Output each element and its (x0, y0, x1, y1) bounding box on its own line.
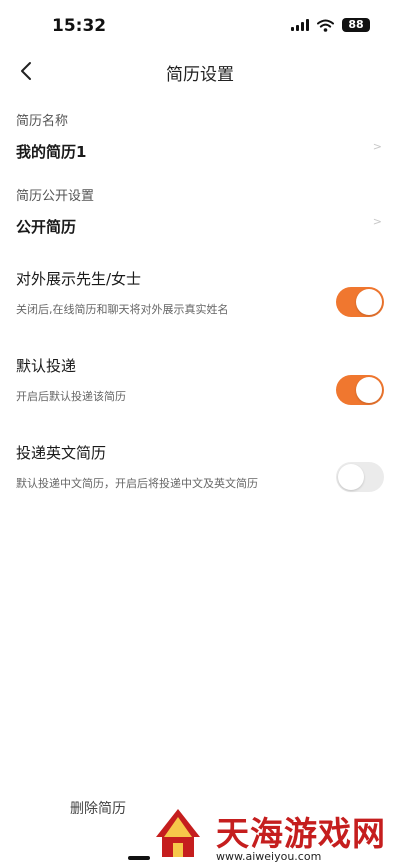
signal-icon (291, 19, 309, 31)
watermark-logo-icon (156, 809, 200, 857)
toggle-row-default-delivery: 默认投递 开启后默认投递该简历 (16, 355, 384, 405)
switch-knob (338, 464, 364, 490)
english-resume-switch[interactable] (336, 462, 384, 492)
resume-visibility-row[interactable]: 简历公开设置 公开简历 > (16, 185, 384, 236)
show-title-switch[interactable] (336, 287, 384, 317)
default-delivery-switch[interactable] (336, 375, 384, 405)
toggle-title: 对外展示先生/女士 (16, 270, 142, 288)
battery-icon: 88 (342, 18, 370, 32)
status-icons: 88 (291, 18, 370, 32)
watermark-title: 天海游戏网 (216, 814, 386, 853)
toggle-title: 默认投递 (16, 357, 77, 375)
toggle-title: 投递英文简历 (16, 444, 107, 462)
wifi-icon (317, 19, 334, 32)
switch-knob (356, 377, 382, 403)
status-time: 15:32 (52, 16, 107, 36)
toggle-description: 关闭后,在线简历和聊天将对外展示真实姓名 (16, 303, 229, 316)
toggle-description: 默认投递中文简历，开启后将投递中文及英文简历 (16, 477, 258, 490)
watermark-url: www.aiweiyou.com (216, 850, 322, 863)
toggle-row-english-resume: 投递英文简历 默认投递中文简历，开启后将投递中文及英文简历 (16, 442, 384, 492)
resume-visibility-value: 公开简历 (16, 218, 77, 236)
resume-visibility-caption: 简历公开设置 (16, 189, 95, 204)
toggle-description: 开启后默认投递该简历 (16, 390, 126, 403)
home-indicator (128, 856, 150, 860)
watermark: 天海游戏网 www.aiweiyou.com (148, 795, 400, 866)
page-title: 简历设置 (166, 65, 234, 85)
delete-resume-button[interactable]: 删除简历 (70, 798, 126, 818)
chevron-right-icon: > (372, 215, 382, 228)
nav-bar: 简历设置 (0, 50, 400, 92)
toggle-row-show-title: 对外展示先生/女士 关闭后,在线简历和聊天将对外展示真实姓名 (16, 268, 384, 318)
chevron-right-icon: > (372, 140, 382, 153)
resume-name-caption: 简历名称 (16, 114, 69, 129)
resume-name-row[interactable]: 简历名称 我的简历1 > (16, 110, 384, 161)
resume-name-value: 我的简历1 (16, 143, 87, 161)
switch-knob (356, 289, 382, 315)
status-bar: 15:32 88 (0, 0, 400, 50)
